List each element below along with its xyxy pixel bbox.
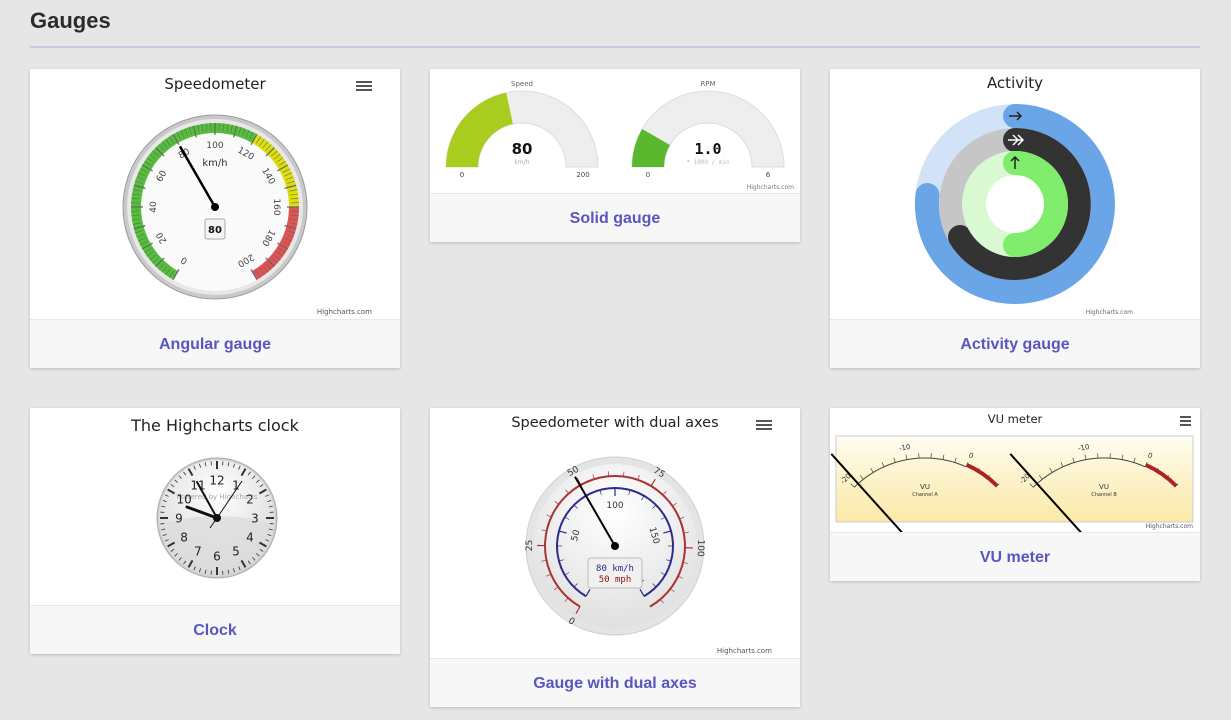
card-activity-gauge[interactable]: Activity Highcharts.com Activity gauge	[830, 69, 1200, 368]
rpm-value: 1.0	[694, 140, 721, 158]
angular-gauge-preview: Speedometer 020406080100120140160180200 …	[30, 69, 400, 319]
solid-gauge-chart: Speed 80 km/h 0 200 RPM 1.0 * 1000 / min…	[445, 80, 794, 191]
card-link-solid-gauge[interactable]: Solid gauge	[430, 193, 800, 242]
card-link-activity-gauge[interactable]: Activity gauge	[830, 319, 1200, 368]
channel-b-label: VU	[1099, 483, 1109, 491]
card-clock[interactable]: The Highcharts clock Powered by Highchar…	[30, 408, 400, 654]
credits-link[interactable]: Highcharts.com	[317, 308, 372, 316]
vu-meter-chart: VU meter -20-100-20-100 VU Channel A VU …	[830, 412, 1194, 532]
card-link-clock[interactable]: Clock	[30, 605, 400, 654]
card-link-vu-meter[interactable]: VU meter	[830, 532, 1200, 581]
clock-pivot	[213, 514, 221, 522]
speed-min: 0	[460, 171, 464, 179]
card-link-angular-gauge[interactable]: Angular gauge	[30, 319, 400, 368]
credits-link[interactable]: Highcharts.com	[717, 647, 772, 655]
solid-gauge-preview: Speed 80 km/h 0 200 RPM 1.0 * 1000 / min…	[430, 69, 800, 193]
kmh-tick-label: 100	[606, 501, 623, 511]
channel-a-label: VU	[920, 483, 930, 491]
clock-preview: The Highcharts clock Powered by Highchar…	[30, 408, 400, 605]
angular-gauge-chart: Speedometer 020406080100120140160180200 …	[122, 75, 372, 316]
chart-title: VU meter	[988, 412, 1043, 426]
chart-title: Speedometer with dual axes	[511, 415, 718, 431]
channel-b-sub: Channel B	[1091, 492, 1117, 498]
chart-title: Speedometer	[164, 75, 266, 93]
needle-pivot	[611, 542, 619, 550]
clock-number: 2	[246, 493, 254, 507]
clock-number: 5	[232, 544, 240, 558]
context-menu-button[interactable]	[1180, 416, 1191, 430]
unit-label: km/h	[202, 158, 227, 169]
tick-label: 160	[271, 198, 281, 215]
mph-tick-label: 25	[525, 540, 535, 552]
clock-number: 8	[180, 531, 188, 545]
clock-number: 6	[213, 550, 221, 564]
clock-chart: The Highcharts clock Powered by Highchar…	[130, 416, 300, 579]
mph-value: 50 mph	[599, 575, 632, 585]
card-vu-meter[interactable]: VU meter -20 -10 0 -20 -10 0 VU Channel A VU …	[830, 408, 1200, 581]
vu-panel	[835, 435, 1194, 523]
activity-gauge-preview: Activity Highcharts.com	[830, 69, 1200, 319]
clock-number: 10	[176, 493, 191, 507]
clock-number: 7	[194, 544, 202, 558]
clock-number: 9	[175, 512, 183, 526]
card-solid-gauge[interactable]: Speed 80 km/h 0 200 RPM 1.0 * 1000 / min…	[430, 69, 800, 242]
card-link-dual-axes[interactable]: Gauge with dual axes	[430, 658, 800, 707]
clock-number: 12	[209, 474, 224, 488]
chart-title: Activity	[987, 74, 1043, 92]
context-menu-button[interactable]	[356, 81, 372, 95]
clock-number: 3	[251, 512, 259, 526]
tick-label: 100	[206, 141, 223, 151]
page-title: Gauges	[30, 8, 111, 33]
activity-gauge-chart: Activity Highcharts.com	[914, 74, 1133, 316]
value-label: 80	[208, 225, 222, 236]
dual-axes-preview: Speedometer with dual axes 0255075100050…	[430, 408, 800, 658]
dual-axes-chart: Speedometer with dual axes 0255075100050…	[511, 415, 772, 655]
speed-title: Speed	[511, 80, 533, 88]
card-dual-axes-gauge[interactable]: Speedometer with dual axes 0255075100050…	[430, 408, 800, 707]
clock-number: 4	[246, 531, 254, 545]
context-menu-button[interactable]	[756, 420, 772, 434]
channel-a-sub: Channel A	[912, 492, 938, 498]
credits-link[interactable]: Highcharts.com	[747, 184, 794, 191]
rpm-max: 6	[766, 171, 771, 179]
title-divider	[30, 46, 1200, 48]
mph-tick-label: 100	[695, 539, 705, 557]
needle-pivot	[211, 203, 219, 211]
kmh-value: 80 km/h	[596, 564, 634, 574]
speed-unit: km/h	[514, 159, 529, 166]
speed-max: 200	[576, 171, 589, 179]
rpm-title: RPM	[700, 80, 715, 88]
rpm-min: 0	[646, 171, 650, 179]
card-angular-gauge[interactable]: Speedometer 020406080100120140160180200 …	[30, 69, 400, 368]
rpm-unit: * 1000 / min	[686, 159, 730, 166]
credits-link[interactable]: Highcharts.com	[1146, 523, 1193, 530]
tick-label: 40	[149, 201, 159, 213]
chart-title: The Highcharts clock	[130, 416, 299, 435]
stand-ring	[1003, 151, 1068, 257]
credits-link[interactable]: Highcharts.com	[1086, 309, 1133, 316]
speed-value: 80	[512, 140, 533, 158]
vu-meter-preview: VU meter -20 -10 0 -20 -10 0 VU Channel A VU …	[830, 408, 1200, 532]
